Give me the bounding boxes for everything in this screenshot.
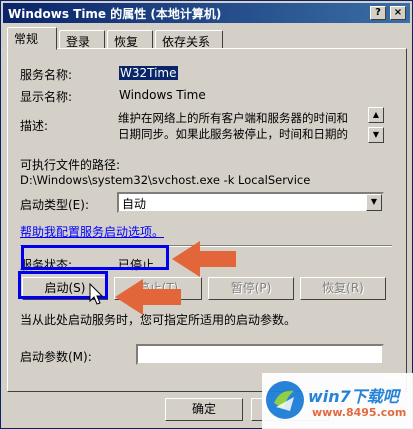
start-params-input[interactable] — [136, 344, 384, 365]
description-box[interactable]: 维护在网络上的所有客户端和服务器的时间和 日期同步。如果此服务被停止，时间和日期… — [114, 107, 384, 145]
chevron-down-icon[interactable]: ▼ — [366, 194, 382, 211]
close-button[interactable]: × — [390, 6, 406, 20]
help-configure-link[interactable]: 帮助我配置服务启动选项。 — [20, 223, 164, 240]
watermark-url: www.8495.com — [312, 406, 407, 419]
title-bar[interactable]: Windows Time 的属性 (本地计算机) ? × — [3, 3, 410, 23]
win7-logo-icon — [266, 381, 304, 419]
watermark-brand: win7下载吧 — [308, 387, 399, 406]
ok-button[interactable]: 确定 — [165, 398, 243, 421]
arrow-icon-status — [172, 241, 236, 277]
service-name-label: 服务名称: — [20, 68, 73, 82]
start-params-label: 启动参数(M): — [20, 350, 92, 364]
startup-type-label: 启动类型(E): — [20, 198, 89, 212]
display-name-value[interactable]: Windows Time — [119, 88, 206, 102]
general-tab-panel: 服务名称: W32Time 显示名称: Windows Time 描述: 维护在… — [7, 48, 407, 392]
arrow-icon-start — [115, 279, 181, 315]
mouse-cursor-icon — [89, 283, 103, 305]
tab-recovery[interactable]: 恢复 — [107, 30, 153, 49]
description-line-2: 日期同步。如果此服务被停止，时间和日期的 — [118, 127, 348, 141]
service-name-value[interactable]: W32Time — [119, 66, 178, 80]
startup-type-select[interactable]: 自动 ▼ — [117, 192, 384, 213]
display-name-label: 显示名称: — [20, 90, 73, 104]
tab-dependencies[interactable]: 依存关系 — [155, 30, 223, 49]
pause-button[interactable]: 暂停(P) — [208, 277, 294, 300]
help-button[interactable]: ? — [370, 6, 386, 20]
exe-path-label: 可执行文件的路径: — [20, 158, 121, 172]
scroll-up-icon[interactable]: ▲ — [368, 107, 384, 123]
description-line-1: 维护在网络上的所有客户端和服务器的时间和 — [118, 111, 348, 125]
scroll-down-icon[interactable]: ▼ — [368, 127, 384, 143]
tab-logon[interactable]: 登录 — [59, 30, 105, 49]
description-label: 描述: — [20, 119, 49, 133]
window-title: Windows Time 的属性 (本地计算机) — [8, 7, 222, 21]
status-highlight-box — [21, 245, 169, 270]
watermark-logo: win7下载吧 www.8495.com — [262, 373, 413, 429]
exe-path-value[interactable]: D:\Windows\system32\svchost.exe -k Local… — [20, 173, 310, 187]
resume-button[interactable]: 恢复(R) — [300, 277, 386, 300]
tab-general[interactable]: 常规 — [7, 27, 57, 50]
service-properties-dialog: Windows Time 的属性 (本地计算机) ? × 常规 登录 恢复 依存… — [0, 0, 413, 429]
startup-type-value: 自动 — [122, 197, 147, 211]
